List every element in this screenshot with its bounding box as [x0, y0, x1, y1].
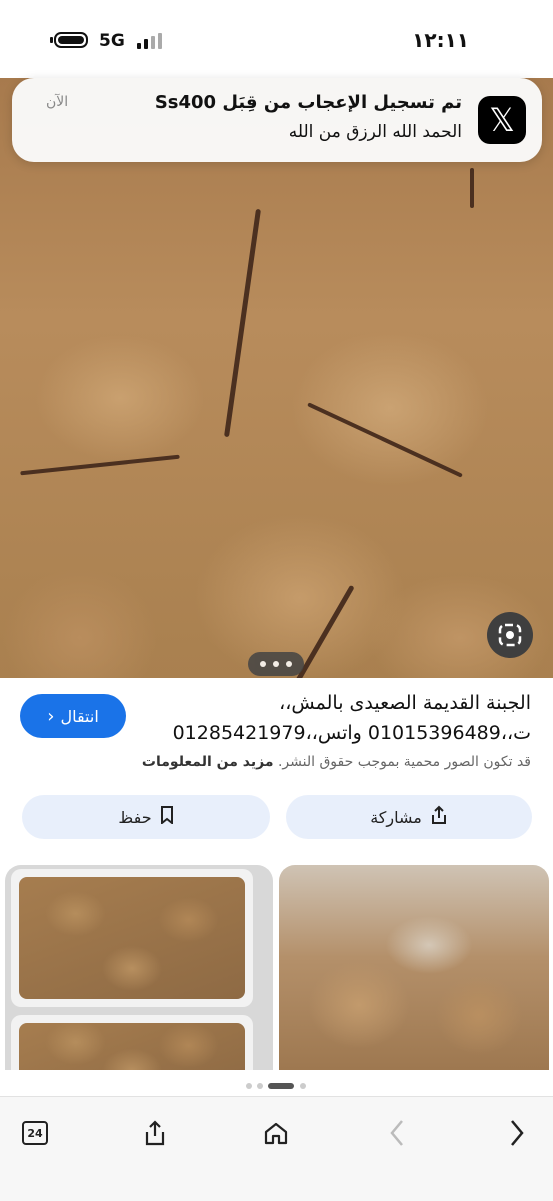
signal-icon [137, 33, 163, 49]
share-label: مشاركة [370, 807, 422, 827]
tray-bottom [11, 1015, 253, 1070]
notification-title: تم تسجيل الإعجاب من قِبَل Ss400 [154, 92, 462, 113]
cheese-image[interactable] [0, 78, 553, 678]
bookmark-icon [160, 806, 174, 828]
tabs-icon[interactable]: 24 [15, 1113, 55, 1153]
battery-tip [50, 37, 53, 43]
copyright-text: قد تكون الصور محمية بموجب حقوق النشر. [277, 754, 531, 770]
result-title-line1[interactable]: الجبنة القديمة الصعيدى بالمش،، [279, 692, 531, 714]
more-info-link[interactable]: مزيد من المعلومات [142, 754, 274, 770]
clock: ١٢:١١ [412, 28, 469, 52]
browser-toolbar: 24 [0, 1096, 553, 1201]
x-logo-icon: 𝕏 [478, 96, 526, 144]
pager-indicator [0, 1080, 553, 1092]
battery-icon [54, 32, 88, 48]
tray-top [11, 869, 253, 1007]
status-bar: 5G ١٢:١١ [0, 0, 553, 78]
save-button[interactable]: حفظ [22, 795, 270, 839]
notification-banner[interactable]: 𝕏 تم تسجيل الإعجاب من قِبَل Ss400 الحمد … [12, 78, 542, 162]
copyright-notice: قد تكون الصور محمية بموجب حقوق النشر. مز… [142, 754, 531, 770]
google-lens-icon[interactable] [487, 612, 533, 658]
related-image-right[interactable] [279, 865, 549, 1070]
more-dots-icon[interactable] [248, 652, 304, 676]
chevron-left-icon: ‹ [47, 705, 55, 727]
notification-body: الحمد الله الرزق من الله [288, 122, 462, 142]
result-title-line2[interactable]: ت،،01015396489 واتس،،01285421979 [173, 722, 531, 744]
tab-count: 24 [22, 1121, 48, 1145]
back-icon[interactable] [377, 1113, 417, 1153]
visit-label: انتقال [60, 706, 99, 726]
notification-time: الآن [46, 94, 69, 110]
share-icon[interactable] [135, 1113, 175, 1153]
network-label: 5G [99, 31, 125, 51]
home-icon[interactable] [256, 1113, 296, 1153]
visit-button[interactable]: انتقال ‹ [20, 694, 126, 738]
save-label: حفظ [118, 807, 152, 827]
related-image-left[interactable] [5, 865, 273, 1070]
share-button[interactable]: مشاركة [286, 795, 532, 839]
forward-icon[interactable] [497, 1113, 537, 1153]
share-icon [430, 805, 448, 829]
